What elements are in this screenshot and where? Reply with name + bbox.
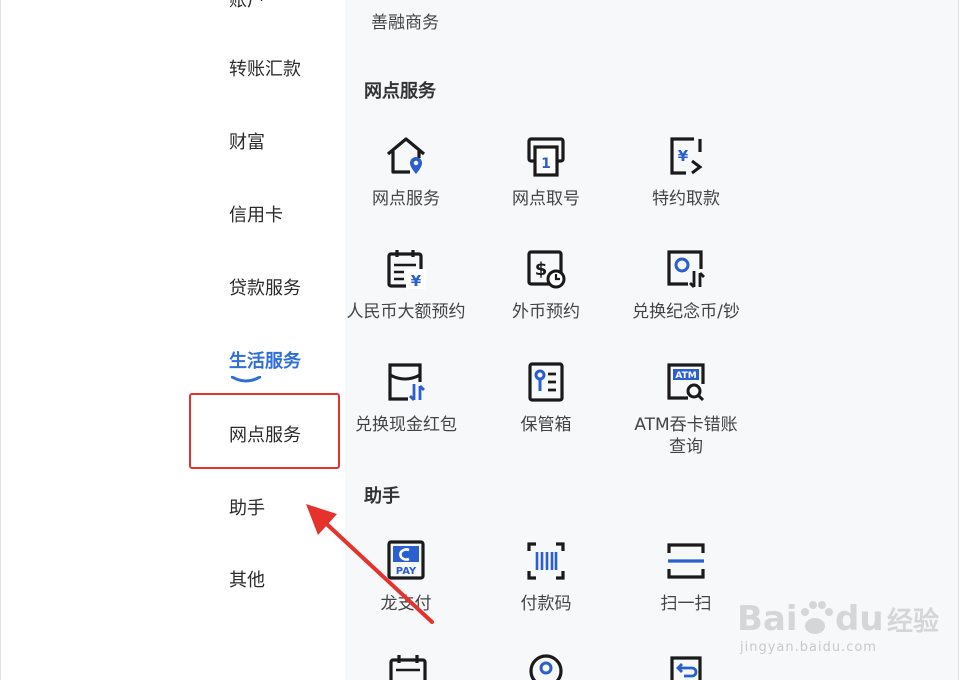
watermark-url: jingyan.baidu.com [740, 640, 877, 655]
frame-border-right [958, 0, 959, 680]
svg-text:Bai: Bai [737, 599, 798, 639]
svg-text:du: du [835, 599, 884, 639]
svg-text:经验: 经验 [887, 606, 939, 637]
annotation-arrow [306, 504, 434, 624]
baidu-watermark-logo: Bai du 经验 [737, 599, 939, 639]
